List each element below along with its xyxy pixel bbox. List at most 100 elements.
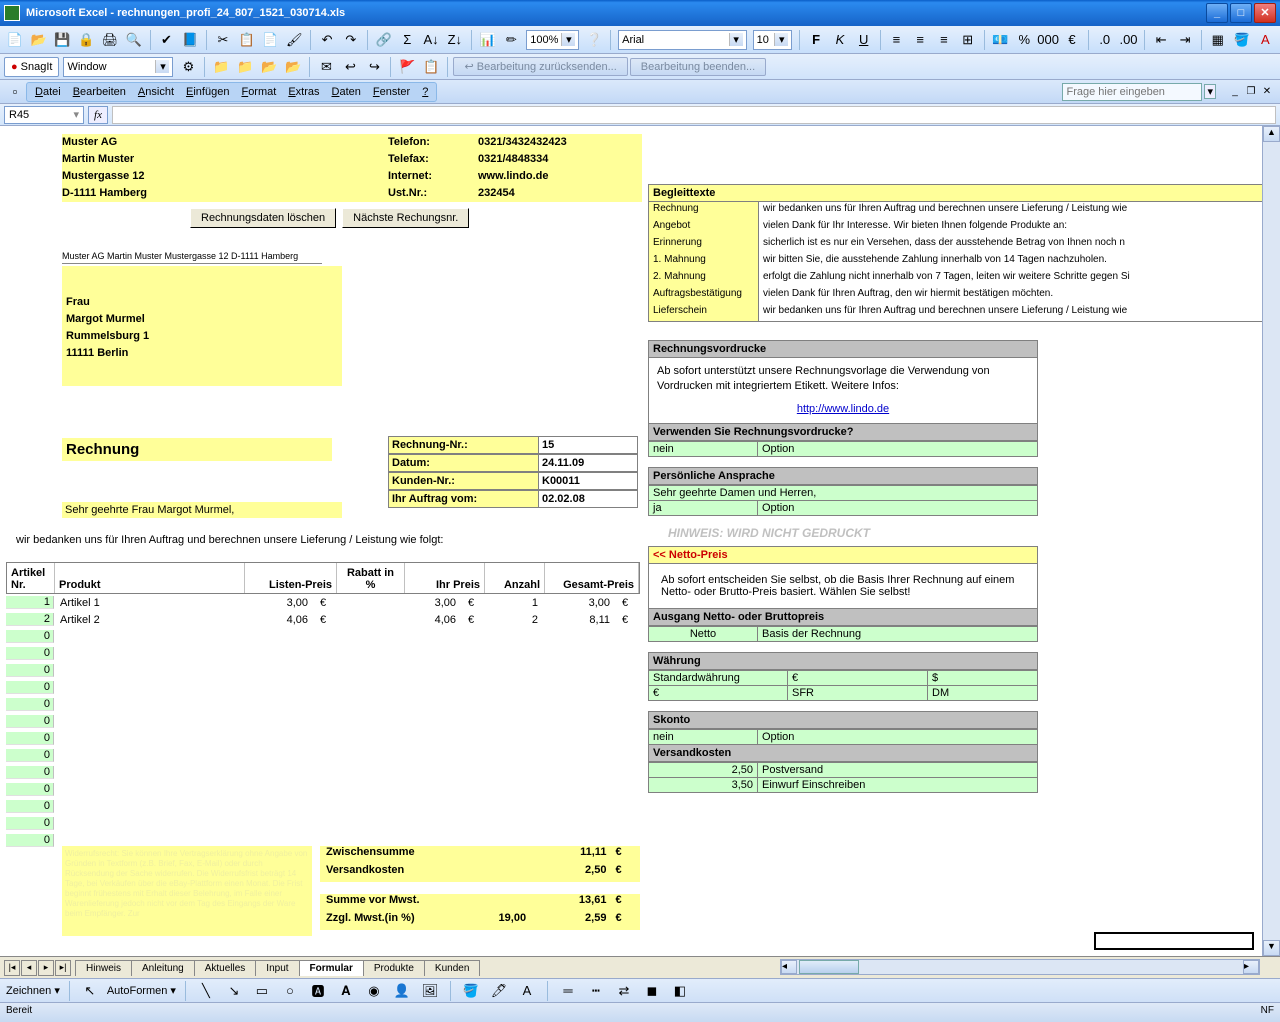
doc-close-icon[interactable]: ✕ [1260,81,1274,103]
sort-desc-icon[interactable]: Z↓ [444,29,466,51]
save-icon[interactable]: 💾 [52,29,74,51]
doc-restore-icon[interactable]: ❐ [1244,81,1258,103]
permission-icon[interactable]: 🔒 [75,29,97,51]
menu-?[interactable]: ? [416,84,434,100]
preview-icon[interactable]: 🔍 [123,29,145,51]
paste-icon[interactable]: 📄 [260,29,282,51]
format-painter-icon[interactable]: 🖌 [283,29,305,51]
merge-icon[interactable]: ⊞ [957,29,979,51]
maximize-button[interactable]: □ [1230,3,1252,23]
tab-anleitung[interactable]: Anleitung [131,960,195,976]
tab-prev[interactable]: ◂ [21,960,37,976]
indent-inc-icon[interactable]: ⇥ [1174,29,1196,51]
arrow-style-icon[interactable]: ⇄ [613,980,635,1002]
reply-icon[interactable]: ↩ [339,56,361,78]
active-cell[interactable] [1094,932,1254,950]
align-center-icon[interactable]: ≡ [909,29,931,51]
cut-icon[interactable]: ✂ [212,29,234,51]
tab-last[interactable]: ▸| [55,960,71,976]
folder2-icon[interactable]: 📁 [234,56,256,78]
menu-extras[interactable]: Extras [282,84,325,100]
research-icon[interactable]: 📘 [179,29,201,51]
dec-inc-icon[interactable]: .0 [1094,29,1116,51]
tab-first[interactable]: |◂ [4,960,20,976]
end-review-button[interactable]: Bearbeitung beenden... [630,58,766,76]
fill-icon[interactable]: 🪣 [460,980,482,1002]
send-back-button[interactable]: ↩ Bearbeitung zurücksenden... [453,57,627,76]
formula-input[interactable] [112,106,1276,124]
print-icon[interactable]: 🖨 [99,29,121,51]
euro-icon[interactable]: € [1061,29,1083,51]
wordart-icon[interactable]: 𝐀 [335,980,357,1002]
tab-next[interactable]: ▸ [38,960,54,976]
menu-fenster[interactable]: Fenster [367,84,416,100]
align-right-icon[interactable]: ≡ [933,29,955,51]
excel-menu-icon[interactable]: ▫ [6,81,24,103]
autosum-icon[interactable]: Σ [396,29,418,51]
dec-dec-icon[interactable]: .00 [1118,29,1140,51]
line-style-icon[interactable]: ═ [557,980,579,1002]
new-icon[interactable]: 📄 [4,29,26,51]
percent-icon[interactable]: % [1013,29,1035,51]
open-icon[interactable]: 📂 [28,29,50,51]
oval-icon[interactable]: ○ [279,980,301,1002]
menu-einfügen[interactable]: Einfügen [180,84,235,100]
indent-dec-icon[interactable]: ⇤ [1150,29,1172,51]
task-icon[interactable]: 📋 [420,56,442,78]
reply-all-icon[interactable]: ↪ [363,56,385,78]
copy-icon[interactable]: 📋 [236,29,258,51]
worksheet[interactable]: Muster AGTelefon:0321/3432432423 Martin … [0,126,1280,956]
borders-icon[interactable]: ▦ [1207,29,1229,51]
vordruck-link[interactable]: http://www.lindo.de [797,403,889,415]
ansprache-answer[interactable]: ja [648,501,758,516]
underline-icon[interactable]: U [853,29,875,51]
draw-menu[interactable]: Zeichnen ▾ [6,984,60,997]
chart-icon[interactable]: 📊 [477,29,499,51]
font-name-combo[interactable]: Arial▾ [618,30,747,50]
spell-icon[interactable]: ✔ [156,29,178,51]
menu-format[interactable]: Format [235,84,282,100]
folder1-icon[interactable]: 📁 [210,56,232,78]
arrow-icon[interactable]: ↘ [223,980,245,1002]
sort-asc-icon[interactable]: A↓ [420,29,442,51]
3d-icon[interactable]: ◧ [669,980,691,1002]
drawing-icon[interactable]: ✏ [500,29,522,51]
folder3-icon[interactable]: 📂 [258,56,280,78]
menu-datei[interactable]: Datei [29,84,67,100]
undo-icon[interactable]: ↶ [316,29,338,51]
doc-minimize-icon[interactable]: _ [1228,81,1242,103]
menu-daten[interactable]: Daten [326,84,367,100]
vordruck-answer[interactable]: nein [648,442,758,457]
font-size-combo[interactable]: 10▾ [753,30,793,50]
line-color-icon[interactable]: 🖊 [488,980,510,1002]
rect-icon[interactable]: ▭ [251,980,273,1002]
help-icon[interactable]: ❔ [583,29,605,51]
hyperlink-icon[interactable]: 🔗 [373,29,395,51]
tab-produkte[interactable]: Produkte [363,960,425,976]
tab-aktuelles[interactable]: Aktuelles [194,960,257,976]
netto-value[interactable]: Netto [648,627,758,642]
dash-style-icon[interactable]: ┅ [585,980,607,1002]
shadow-icon[interactable]: ◼ [641,980,663,1002]
snagit-profile-combo[interactable]: Window▾ [63,57,173,77]
line-icon[interactable]: ╲ [195,980,217,1002]
skonto-answer[interactable]: nein [648,730,758,745]
picture-icon[interactable]: 🖼 [419,980,441,1002]
tab-kunden[interactable]: Kunden [424,960,480,976]
fx-button[interactable]: fx [88,106,108,124]
diagram-icon[interactable]: ◉ [363,980,385,1002]
bold-icon[interactable]: F [805,29,827,51]
italic-icon[interactable]: K [829,29,851,51]
horizontal-scrollbar[interactable]: ◂▸ [780,959,1260,975]
next-invoice-button[interactable]: Nächste Rechungsnr. [342,208,469,228]
close-button[interactable]: ✕ [1254,3,1276,23]
menu-ansicht[interactable]: Ansicht [132,84,180,100]
folder4-icon[interactable]: 📂 [282,56,304,78]
font-color-icon[interactable]: A [1254,29,1276,51]
select-icon[interactable]: ↖ [79,980,101,1002]
align-left-icon[interactable]: ≡ [886,29,908,51]
tab-formular[interactable]: Formular [299,960,364,976]
autoshapes-menu[interactable]: AutoFormen ▾ [107,984,176,997]
thousands-icon[interactable]: 000 [1037,29,1059,51]
clear-invoice-button[interactable]: Rechnungsdaten löschen [190,208,336,228]
